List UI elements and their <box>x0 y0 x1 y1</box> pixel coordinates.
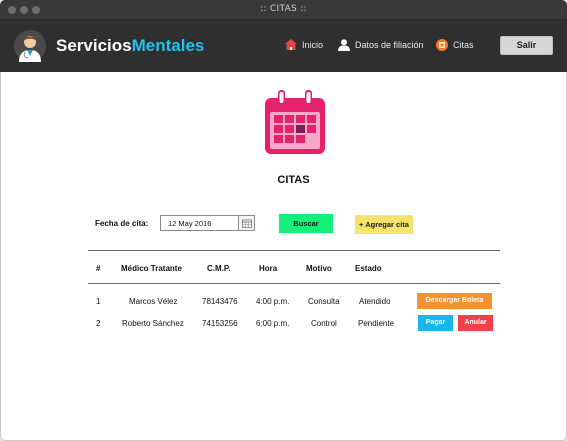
app-header: ServiciosMentales Inicio Datos de filiac… <box>0 20 567 72</box>
row-reason: Consulta <box>308 297 340 306</box>
row-status: Atendido <box>359 297 391 306</box>
calendar-picker-button[interactable] <box>238 216 254 230</box>
row-time: 4:00 p.m. <box>256 297 290 306</box>
column-header-time: Hora <box>259 264 278 273</box>
user-icon <box>338 39 350 51</box>
row-doctor: Roberto Sánchez <box>122 319 184 328</box>
search-button[interactable]: Buscar <box>279 214 333 233</box>
column-header-reason: Motivo <box>306 264 332 273</box>
calendar-small-icon <box>241 219 252 228</box>
date-input[interactable]: 12 May 2016 <box>160 215 255 231</box>
row-reason: Control <box>311 319 337 328</box>
column-header-doctor: Médico Tratante <box>121 264 182 273</box>
row-number: 1 <box>96 297 101 306</box>
nav-item-label: Datos de filiación <box>355 40 424 50</box>
nav-item-inicio[interactable]: Inicio <box>285 39 323 50</box>
brand-word-accent: Mentales <box>131 36 205 55</box>
doctor-avatar-icon <box>14 29 46 63</box>
cancel-appointment-button[interactable]: Anular <box>458 315 493 331</box>
download-receipt-button[interactable]: Descargar Boleta <box>417 293 492 309</box>
row-cmp: 78143476 <box>202 297 238 306</box>
row-doctor: Marcos Vélez <box>129 297 178 306</box>
table-top-divider <box>88 250 500 251</box>
row-status: Pendiente <box>358 319 395 328</box>
column-header-status: Estado <box>355 264 382 273</box>
nav-item-label: Inicio <box>302 39 324 50</box>
nav-item-citas[interactable]: Citas <box>436 39 474 51</box>
page-title: CITAS <box>277 174 310 186</box>
row-cmp: 74153256 <box>202 319 238 328</box>
window-title: :: CITAS :: <box>260 4 307 14</box>
logout-button[interactable]: Salir <box>500 36 553 55</box>
column-header-cmp: C.M.P. <box>207 264 231 273</box>
circle-record-icon <box>436 39 448 51</box>
home-icon <box>285 39 297 50</box>
brand-word-primary: Servicios <box>56 36 132 55</box>
date-input-value: 12 May 2016 <box>168 219 212 228</box>
row-number: 2 <box>96 319 101 328</box>
nav-item-datos-filiacion[interactable]: Datos de filiación <box>338 39 424 51</box>
calendar-icon <box>264 90 326 156</box>
pay-button[interactable]: Pagar <box>418 315 453 331</box>
date-label: Fecha de cita: <box>95 219 149 228</box>
window-titlebar[interactable]: :: CITAS :: <box>0 0 567 20</box>
app-window: :: CITAS :: ServiciosMentales Inicio Dat… <box>0 0 567 441</box>
add-appointment-button[interactable]: + Agregar cita <box>355 215 413 234</box>
brand-logo-text[interactable]: ServiciosMentales <box>56 36 204 56</box>
column-header-number: # <box>96 264 101 273</box>
row-time: 6:00 p.m. <box>256 319 290 328</box>
table-header-divider <box>88 283 500 284</box>
nav-item-label: Citas <box>453 40 474 50</box>
